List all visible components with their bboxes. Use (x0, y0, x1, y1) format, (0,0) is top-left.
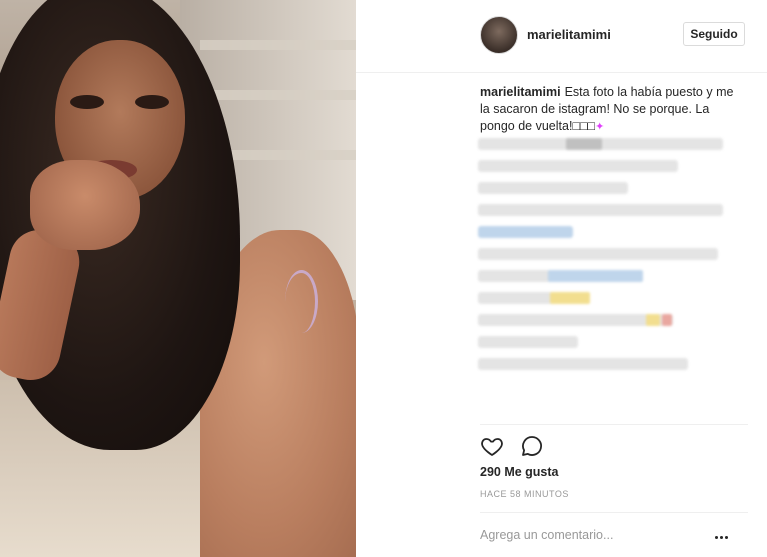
comment-form (480, 522, 748, 548)
following-button[interactable]: Seguido (683, 22, 745, 46)
blurred-comment (478, 336, 578, 348)
divider (480, 424, 748, 425)
comment-input[interactable] (480, 526, 710, 544)
more-options-icon[interactable] (714, 526, 734, 542)
blurred-comment (478, 138, 723, 150)
comment-bubble-icon[interactable] (520, 434, 546, 460)
photo-eye (70, 95, 104, 109)
header-username[interactable]: marielitamimi (527, 27, 611, 42)
post-header: marielitamimi Seguido (356, 0, 767, 73)
blurred-comment-link (478, 226, 573, 238)
photo-shelf (200, 40, 356, 50)
blurred-comment (478, 248, 718, 260)
blurred-comment (478, 160, 678, 172)
blurred-comment (478, 270, 643, 282)
caption-emojis: □□□ (572, 119, 596, 133)
blurred-comment (478, 314, 673, 326)
post-details-panel: marielitamimi Seguido marielitamimi Esta … (356, 0, 767, 557)
divider (480, 512, 748, 513)
heart-icon[interactable] (480, 434, 506, 460)
photo-shelf (200, 90, 356, 100)
like-count[interactable]: 290 Me gusta (480, 465, 559, 479)
sparkle-icon: ✦ (595, 121, 605, 133)
blurred-comment (478, 358, 688, 370)
avatar[interactable] (480, 16, 518, 54)
photo-strap (285, 270, 318, 333)
post-caption: marielitamimi Esta foto la había puesto y… (480, 84, 735, 136)
post-timestamp: HACE 58 MINUTOS (480, 489, 569, 499)
blurred-comment (478, 204, 723, 216)
blurred-comments (478, 138, 748, 380)
blurred-comment (478, 182, 628, 194)
photo-eye (135, 95, 169, 109)
blurred-comment (478, 292, 590, 304)
photo-hand (30, 160, 140, 250)
post-photo[interactable] (0, 0, 356, 557)
caption-username[interactable]: marielitamimi (480, 85, 561, 99)
